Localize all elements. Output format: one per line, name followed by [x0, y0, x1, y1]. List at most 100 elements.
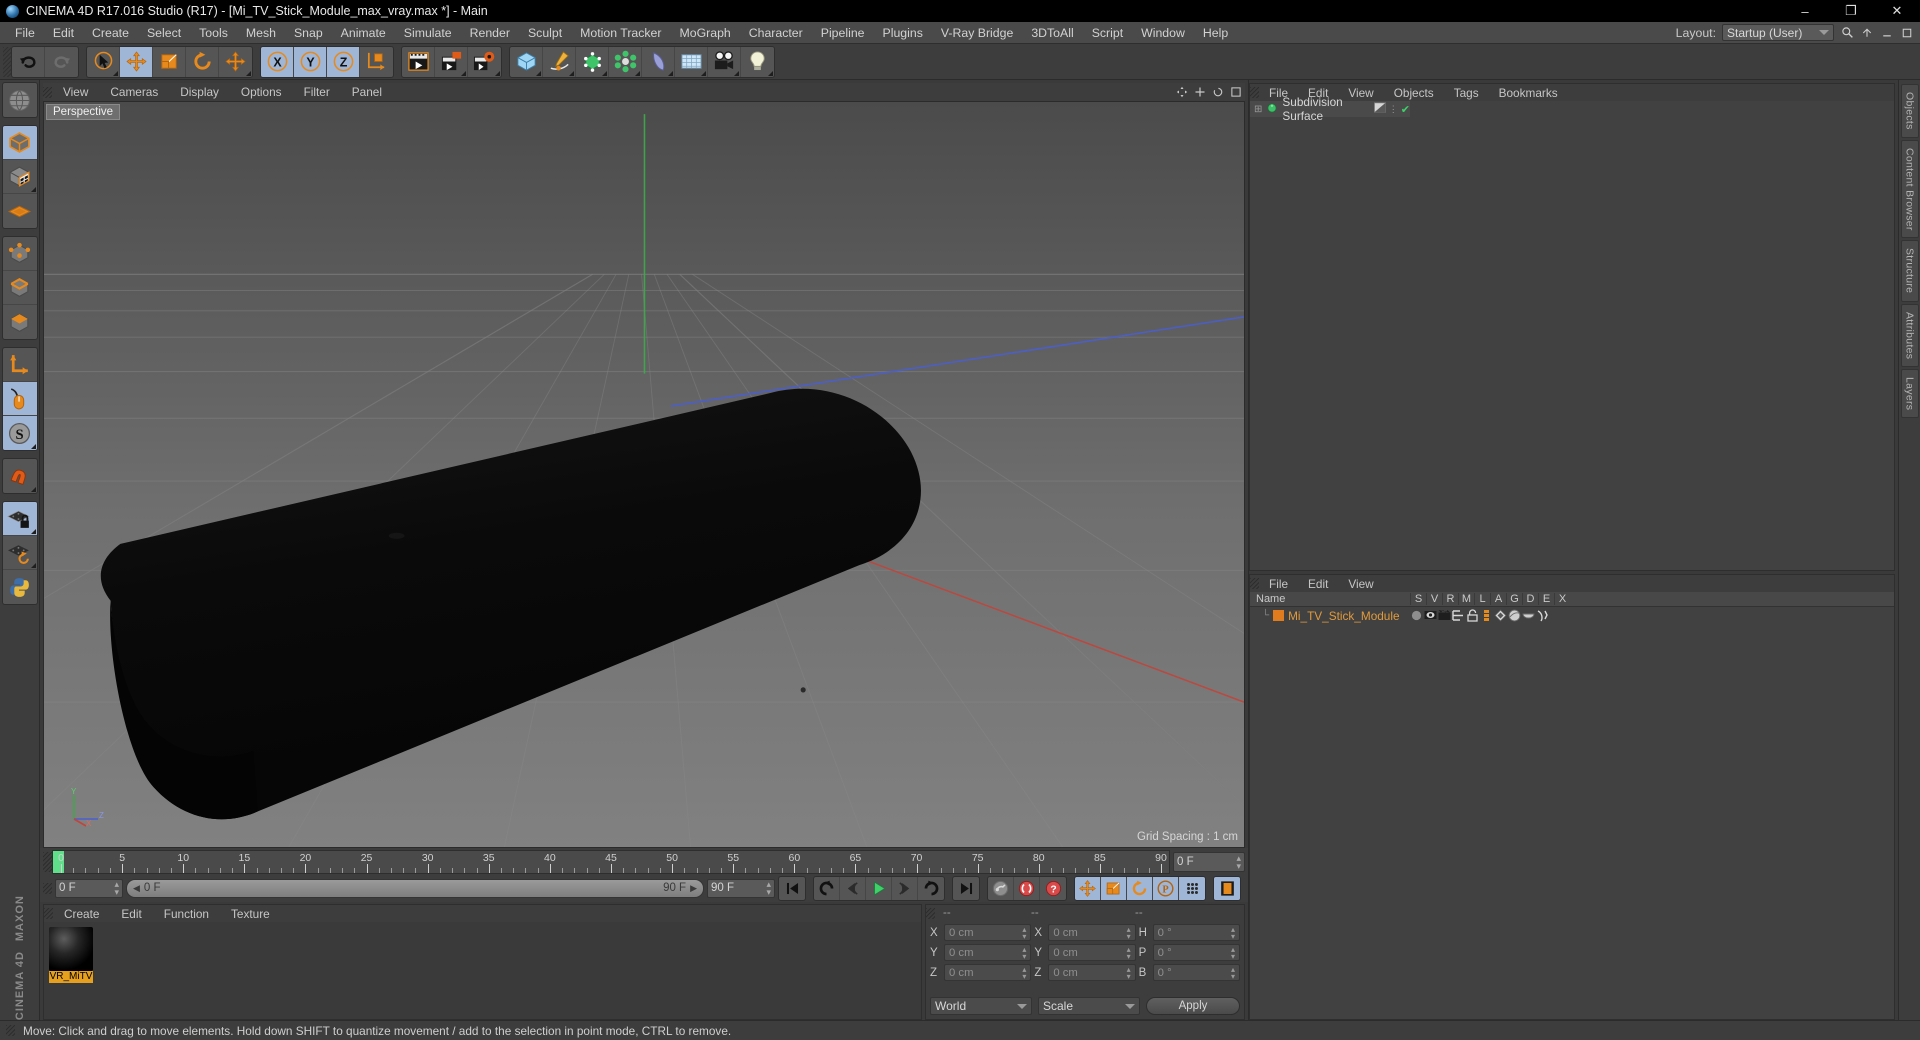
rewind-icon[interactable]: [814, 876, 840, 900]
coordinate-mode-dropdown[interactable]: Scale: [1038, 997, 1140, 1015]
coordinate-field-size-y[interactable]: 0 cm ▴ ▾: [1048, 944, 1136, 961]
submenu-corner-icon[interactable]: [246, 70, 251, 76]
axis-y-icon[interactable]: Y: [294, 46, 327, 77]
viewport-menu-display[interactable]: Display: [169, 85, 230, 99]
spinner-icon[interactable]: ▴ ▾: [1231, 965, 1235, 980]
scale-key-icon[interactable]: [1101, 876, 1127, 900]
search-icon[interactable]: [1840, 26, 1854, 40]
column-header-e[interactable]: E: [1538, 593, 1554, 605]
submenu-corner-icon[interactable]: [668, 70, 673, 76]
menu-item-edit[interactable]: Edit: [44, 24, 83, 42]
object-list[interactable]: └ Mi_TV_Stick_Module: [1250, 607, 1894, 1019]
menu-item-create[interactable]: Create: [83, 24, 138, 42]
transport-grip-handle[interactable]: [43, 882, 52, 894]
dock-tab-layers[interactable]: Layers: [1900, 369, 1919, 419]
viewport-grip-handle[interactable]: [43, 86, 52, 98]
statusbar-grip-handle[interactable]: [6, 1025, 15, 1036]
menu-item-tools[interactable]: Tools: [190, 24, 237, 42]
preview-range-slider[interactable]: ◀ 0 F 90 F ▶: [126, 878, 704, 898]
layout-dropdown[interactable]: Startup (User): [1722, 24, 1834, 41]
layout-close-icon[interactable]: [1900, 26, 1914, 40]
workplane-mode-icon[interactable]: [3, 194, 37, 228]
object-manager-bottom-grip-handle[interactable]: [1250, 578, 1259, 589]
viewport-menu-panel[interactable]: Panel: [341, 85, 393, 99]
floor-environment-icon[interactable]: [675, 46, 708, 77]
dock-tab-content-browser[interactable]: Content Browser: [1900, 139, 1919, 239]
submenu-corner-icon[interactable]: [113, 70, 118, 76]
magnet-icon[interactable]: [3, 459, 37, 493]
menu-item-render[interactable]: Render: [461, 24, 519, 42]
submenu-corner-icon[interactable]: [536, 70, 541, 76]
edges-mode-icon[interactable]: [2, 271, 37, 305]
autokey-icon[interactable]: [1014, 876, 1040, 900]
zoom-view-icon[interactable]: [1193, 85, 1207, 99]
layout-restore-icon[interactable]: [1860, 26, 1874, 40]
render-tag-icon[interactable]: [1438, 609, 1451, 622]
nurbs-icon[interactable]: [576, 46, 609, 77]
deform-tag-icon[interactable]: [1536, 609, 1549, 622]
rotate-icon[interactable]: [186, 46, 219, 77]
column-header-m[interactable]: M: [1458, 593, 1474, 605]
forward-icon[interactable]: [918, 877, 944, 900]
object-manager-bottom-menu-file[interactable]: File: [1259, 577, 1298, 591]
spinner-icon[interactable]: ▴ ▾: [1022, 945, 1026, 960]
menu-item-select[interactable]: Select: [138, 24, 190, 42]
submenu-corner-icon[interactable]: [701, 70, 706, 76]
render-view-icon[interactable]: [402, 46, 435, 77]
model-mode-icon[interactable]: [2, 126, 37, 160]
spinner-icon[interactable]: ▴ ▾: [1127, 965, 1131, 980]
material-grip-handle[interactable]: [44, 908, 53, 919]
object-manager-bottom-menu-view[interactable]: View: [1338, 577, 1383, 591]
coordinate-system-dropdown[interactable]: World: [930, 997, 1032, 1015]
material-menu-function[interactable]: Function: [153, 907, 220, 921]
xpresso-tag-icon[interactable]: [1494, 609, 1507, 622]
enable-check-icon[interactable]: ✔: [1401, 103, 1410, 116]
bend-deformer-icon[interactable]: [642, 46, 675, 77]
go-to-start-icon[interactable]: [779, 877, 805, 900]
coordinate-field-position-x[interactable]: 0 cm ▴ ▾: [944, 924, 1032, 941]
step-back-icon[interactable]: [840, 876, 866, 900]
spinner-icon[interactable]: ▴ ▾: [1236, 854, 1241, 871]
object-manager-bottom-menu-edit[interactable]: Edit: [1298, 577, 1338, 591]
spinner-icon[interactable]: ▴ ▾: [1231, 925, 1235, 940]
table-row[interactable]: └ Mi_TV_Stick_Module: [1250, 607, 1894, 624]
column-header-g[interactable]: G: [1506, 593, 1522, 605]
viewport-solo-icon[interactable]: [2, 382, 37, 416]
rotate-view-icon[interactable]: [1211, 85, 1225, 99]
submenu-corner-icon[interactable]: [461, 70, 466, 76]
menu-item-character[interactable]: Character: [740, 24, 812, 42]
undo-icon[interactable]: [12, 46, 45, 77]
minimize-button[interactable]: –: [1782, 0, 1828, 22]
viewport-menu-view[interactable]: View: [52, 85, 99, 99]
redo-icon[interactable]: [45, 47, 78, 77]
param-key-icon[interactable]: P: [1153, 876, 1179, 900]
menu-item-mesh[interactable]: Mesh: [237, 24, 285, 42]
subdivision-surface-row[interactable]: ⊞ Subdivision Surface ⋮ ✔: [1250, 95, 1410, 123]
texture-mode-icon[interactable]: [2, 160, 37, 194]
menu-item-sculpt[interactable]: Sculpt: [519, 24, 571, 42]
viewport-3d[interactable]: Perspective Y Z X Grid Spacing: 1 cm: [43, 101, 1245, 848]
submenu-corner-icon[interactable]: [30, 187, 36, 192]
coordinate-field-size-x[interactable]: 0 cm ▴ ▾: [1048, 924, 1136, 941]
maximize-view-icon[interactable]: [1229, 85, 1243, 99]
camera-icon[interactable]: [708, 46, 741, 77]
position-key-icon[interactable]: [1075, 876, 1101, 900]
dock-tab-structure[interactable]: Structure: [1900, 240, 1919, 302]
axis-x-icon[interactable]: X: [261, 46, 294, 77]
timeline-current-frame-field[interactable]: 0 F ▴ ▾: [1173, 852, 1245, 872]
select-live-icon[interactable]: [87, 46, 120, 77]
timeline-ruler[interactable]: 0 5 10 15 20 25 30 35 40 45 50 55 60 65 70 75 80 85 90: [52, 850, 1170, 874]
spinner-icon[interactable]: ▴ ▾: [1022, 965, 1026, 980]
column-header-s[interactable]: S: [1410, 593, 1426, 605]
go-to-end-icon[interactable]: [953, 877, 979, 900]
viewport-menu-cameras[interactable]: Cameras: [99, 85, 169, 99]
dock-tab-attributes[interactable]: Attributes: [1900, 303, 1919, 368]
submenu-corner-icon[interactable]: [30, 487, 36, 492]
pla-key-icon[interactable]: [1179, 876, 1205, 900]
visibility-tag-icon[interactable]: [1424, 609, 1437, 622]
object-manager-top-menu-tags[interactable]: Tags: [1444, 86, 1489, 100]
dot-tag-icon[interactable]: [1410, 609, 1423, 622]
keyframe-select-icon[interactable]: ?: [1040, 877, 1066, 900]
menu-item-motion-tracker[interactable]: Motion Tracker: [571, 24, 670, 42]
layer-tag-icon[interactable]: [1452, 609, 1465, 622]
